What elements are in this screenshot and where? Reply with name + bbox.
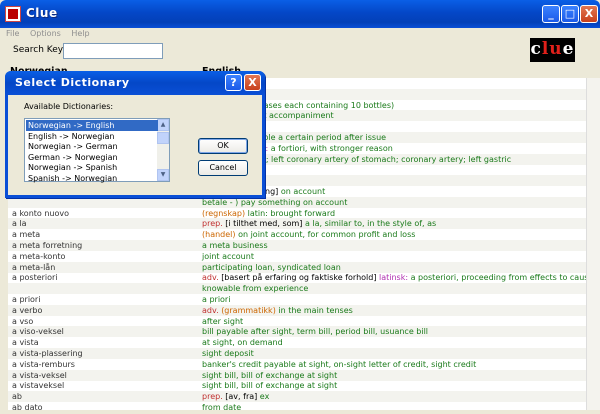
- select-dictionary-dialog: Select Dictionary ? X Available Dictiona…: [5, 71, 265, 198]
- english-translation: from date: [202, 403, 242, 410]
- ok-button[interactable]: OK: [198, 138, 248, 154]
- english-translation: sight deposit: [202, 349, 254, 358]
- table-row[interactable]: a vso after sight: [8, 316, 586, 327]
- english-translation: (regnskap) latin: brought forward: [202, 208, 336, 218]
- dialog-title-bar: Select Dictionary ? X: [5, 71, 265, 95]
- english-translation: sight bill, bill of exchange at sight: [202, 370, 338, 380]
- norwegian-term: a posteriori: [12, 273, 58, 283]
- dictionary-list-item[interactable]: Norwegian -> English: [26, 120, 158, 131]
- english-translation: banker's credit payable at sight, on-sig…: [202, 359, 477, 369]
- menu-bar: File Options Help: [0, 28, 600, 40]
- table-row[interactable]: a vista-plassering sight deposit: [8, 348, 586, 359]
- english-translation: sight bill, bill of exchange at sight: [202, 381, 338, 391]
- table-row[interactable]: a meta-lån participating loan, syndicated…: [8, 261, 586, 273]
- dialog-help-button[interactable]: ?: [225, 74, 242, 91]
- table-row[interactable]: ab dato from date: [8, 402, 586, 410]
- title-bar: Clue _ □ X: [0, 0, 600, 28]
- table-row[interactable]: a meta (handel) on joint account, for com…: [8, 229, 586, 240]
- table-row[interactable]: a verbo adv. (grammatikk) in the main ten…: [8, 304, 586, 316]
- table-row[interactable]: betale - ) pay something on account: [8, 196, 586, 208]
- english-translation: prep. [av, fra] ex: [202, 392, 270, 402]
- available-dictionaries-label: Available Dictionaries:: [24, 102, 114, 111]
- menu-options[interactable]: Options: [30, 29, 61, 38]
- norwegian-term: a priori: [12, 295, 41, 304]
- table-row[interactable]: knowable from experience: [8, 283, 586, 295]
- results-scrollbar[interactable]: [586, 78, 600, 410]
- norwegian-term: a meta-konto: [12, 251, 66, 261]
- clue-logo: clue: [530, 38, 575, 62]
- search-label: Search Key:: [13, 45, 66, 55]
- dictionary-list[interactable]: ▲ ▼ Norwegian -> English English -> Norwe…: [24, 118, 170, 184]
- minimize-button[interactable]: _: [542, 5, 560, 23]
- table-row[interactable]: a vistaveksel sight bill, bill of exchang…: [8, 380, 586, 391]
- table-row[interactable]: a konto nuovo (regnskap) latin: brought f…: [8, 208, 586, 219]
- scroll-down-icon[interactable]: ▼: [157, 169, 169, 181]
- table-row[interactable]: a meta-konto joint account: [8, 251, 586, 262]
- app-icon: [5, 6, 21, 22]
- norwegian-term: a vistaveksel: [12, 381, 65, 391]
- window-title: Clue: [26, 6, 58, 20]
- menu-help[interactable]: Help: [71, 29, 89, 38]
- norwegian-term: a konto nuovo: [12, 208, 69, 218]
- norwegian-term: ab: [12, 392, 22, 402]
- norwegian-term: a vista-remburs: [12, 359, 75, 369]
- close-button[interactable]: X: [580, 5, 598, 23]
- english-translation: (handel) on joint account, for common pr…: [202, 230, 416, 240]
- table-row[interactable]: ab prep. [av, fra] ex: [8, 391, 586, 403]
- norwegian-term: a vista: [12, 338, 39, 348]
- dictionary-list-scrollbar[interactable]: ▲ ▼: [157, 119, 169, 181]
- menu-file[interactable]: File: [6, 29, 19, 38]
- table-row[interactable]: a la prep. [i tilthet med, som] a la, sim…: [8, 218, 586, 230]
- table-row[interactable]: a vista-remburs banker's credit payable a…: [8, 359, 586, 370]
- dictionary-list-item[interactable]: Spanish -> Norwegian: [26, 173, 158, 184]
- table-row[interactable]: a meta forretning a meta business: [8, 240, 586, 251]
- norwegian-term: a meta: [12, 230, 41, 240]
- dictionary-list-item[interactable]: Norwegian -> German: [26, 141, 158, 152]
- english-translation: prep. [i tilthet med, som] a la, similar…: [202, 219, 437, 229]
- cancel-button[interactable]: Cancel: [198, 160, 248, 176]
- table-row[interactable]: a vista at sight, on demand: [8, 337, 586, 348]
- norwegian-term: a vso: [12, 316, 34, 326]
- table-row[interactable]: a priori a priori: [8, 294, 586, 305]
- english-translation: adv. [basert på erfaring og faktiske for…: [202, 273, 586, 283]
- table-row[interactable]: a viso-veksel bill payable after sight, t…: [8, 326, 586, 338]
- maximize-button[interactable]: □: [561, 5, 579, 23]
- search-input[interactable]: [63, 43, 163, 59]
- table-row[interactable]: a vista-veksel sight bill, bill of exchan…: [8, 369, 586, 381]
- norwegian-term: a viso-veksel: [12, 327, 64, 337]
- table-row[interactable]: a posteriori adv. [basert på erfaring og …: [8, 272, 586, 283]
- norwegian-term: a la: [12, 219, 27, 229]
- english-translation: a meta business: [202, 241, 268, 250]
- english-translation: joint account: [202, 251, 254, 261]
- norwegian-term: a verbo: [12, 305, 43, 315]
- norwegian-term: a meta-lån: [12, 262, 56, 272]
- dictionary-list-item[interactable]: English -> Norwegian: [26, 131, 158, 142]
- english-translation: after sight: [202, 316, 244, 326]
- norwegian-term: a meta forretning: [12, 241, 83, 250]
- dialog-title: Select Dictionary: [15, 76, 130, 89]
- scroll-thumb[interactable]: [157, 132, 169, 144]
- english-translation: bill payable after sight, term bill, per…: [202, 327, 429, 337]
- english-translation: a priori: [202, 295, 231, 304]
- english-translation: knowable from experience: [202, 284, 309, 294]
- english-translation: at sight, on demand: [202, 338, 283, 348]
- dialog-close-button[interactable]: X: [244, 74, 261, 91]
- english-translation: betale - ) pay something on account: [202, 197, 348, 207]
- dictionary-list-item[interactable]: Norwegian -> Spanish: [26, 162, 158, 173]
- norwegian-term: a vista-veksel: [12, 370, 67, 380]
- norwegian-term: ab dato: [12, 403, 43, 410]
- dictionary-list-item[interactable]: German -> Norwegian: [26, 152, 158, 163]
- english-translation: adv. (grammatikk) in the main tenses: [202, 305, 353, 315]
- norwegian-term: a vista-plassering: [12, 349, 83, 358]
- english-translation: participating loan, syndicated loan: [202, 262, 341, 272]
- scroll-up-icon[interactable]: ▲: [157, 119, 169, 131]
